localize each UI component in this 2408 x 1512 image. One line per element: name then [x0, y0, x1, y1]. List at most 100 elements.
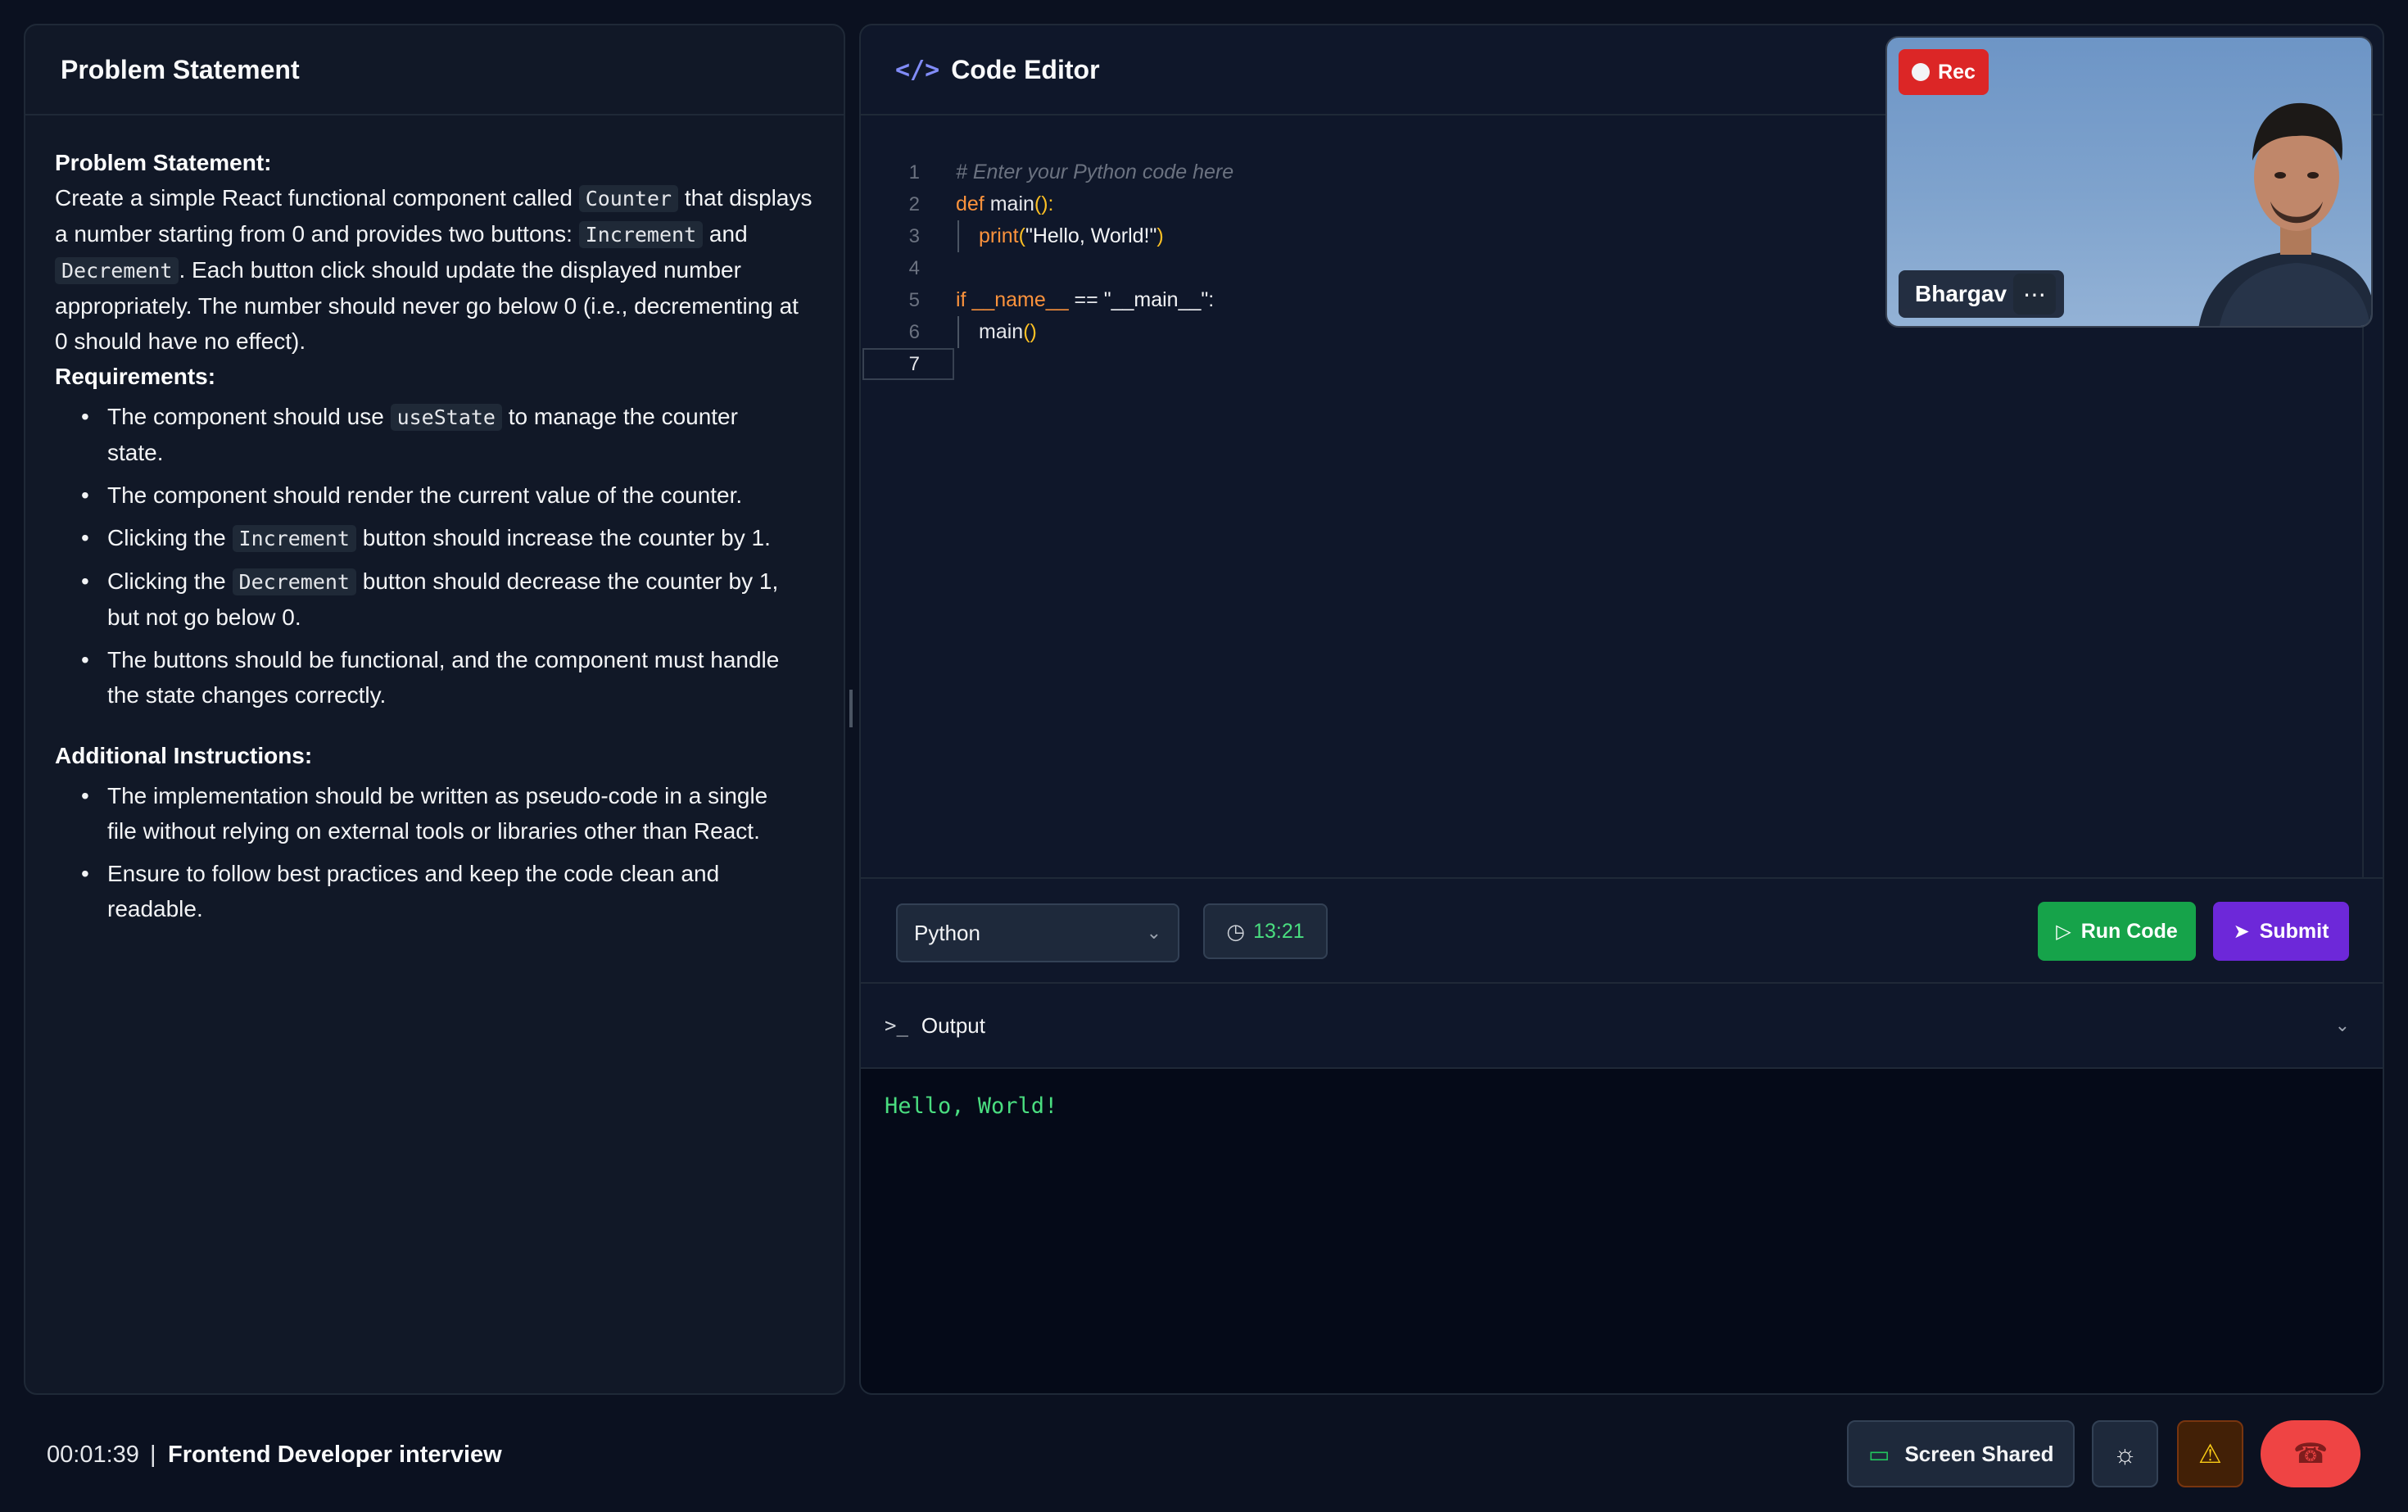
intro-text-1: Create a simple React functional compone…	[55, 185, 579, 211]
output-text: Hello, World!	[885, 1093, 1058, 1119]
punctuation: )	[1156, 224, 1164, 247]
list-item: Clicking the Increment button should inc…	[78, 520, 782, 556]
clock-icon: ◷	[1226, 918, 1246, 944]
hang-up-icon: ☎	[2293, 1438, 2329, 1469]
sun-icon: ☼	[2112, 1438, 2138, 1469]
line-number: 5	[908, 289, 920, 311]
requirements-heading: Requirements:	[55, 364, 216, 389]
inline-code-usestate: useState	[390, 404, 502, 431]
dunder-name: __name__	[966, 288, 1069, 311]
rec-label: Rec	[1938, 60, 1976, 84]
output-label: Output	[921, 1012, 985, 1038]
additional-list: The implementation should be written as …	[55, 778, 812, 926]
editor-toolbar: Python ⌄ ◷ 13:21 ▷ Run Code ➤ Submit	[861, 877, 2383, 984]
problem-heading: Problem Statement:	[55, 150, 272, 175]
list-item: The buttons should be functional, and th…	[78, 642, 782, 713]
problem-statement-panel: Problem Statement Problem Statement: Cre…	[24, 24, 845, 1395]
end-call-button[interactable]: ☎	[2261, 1420, 2360, 1487]
chevron-down-icon[interactable]: ⌄	[2335, 1015, 2350, 1036]
interview-app: Problem Statement Problem Statement: Cre…	[0, 0, 2408, 1512]
elapsed-time: 00:01:39	[47, 1442, 139, 1468]
screen-share-label: Screen Shared	[1904, 1441, 2054, 1466]
countdown-timer: ◷ 13:21	[1203, 903, 1328, 959]
keyword: def	[956, 192, 984, 215]
list-item: The implementation should be written as …	[78, 778, 782, 849]
code-text: if __name__ == "__main__":	[956, 284, 1214, 316]
code-text: print("Hello, World!")	[979, 220, 1164, 252]
list-item: Clicking the Decrement button should dec…	[78, 564, 782, 635]
screen-share-button[interactable]: ▭ Screen Shared	[1847, 1420, 2075, 1487]
code-line-active: 7	[861, 348, 2362, 380]
line-number: 3	[908, 225, 920, 247]
req-text: The buttons should be functional, and th…	[107, 647, 780, 708]
more-options-icon[interactable]: ⋯	[2013, 274, 2056, 315]
req-text: The component should use	[107, 404, 391, 429]
req-text: The component should render the current …	[107, 482, 743, 508]
participant-name: Bhargav	[1915, 281, 2007, 306]
timer-value: 13:21	[1253, 919, 1305, 943]
submit-label: Submit	[2259, 919, 2329, 943]
requirements-list: The component should use useState to man…	[55, 399, 812, 713]
chevron-down-icon: ⌄	[1146, 922, 1161, 943]
theme-toggle-button[interactable]: ☼	[2092, 1420, 2158, 1487]
punctuation: ()	[1023, 320, 1037, 343]
editor-title: Code Editor	[951, 54, 1100, 84]
report-issue-button[interactable]: ⚠	[2177, 1420, 2243, 1487]
line-number: 7	[908, 353, 920, 375]
string-literal: "Hello, World!"	[1025, 224, 1157, 247]
line-number: 1	[908, 161, 920, 183]
problem-intro: Create a simple React functional compone…	[55, 180, 812, 359]
output-console: Hello, World!	[861, 1069, 2383, 1393]
recording-badge: Rec	[1899, 49, 1989, 95]
terminal-icon: >_	[885, 1014, 908, 1037]
line-number: 4	[908, 257, 920, 279]
language-value: Python	[914, 920, 980, 945]
language-select[interactable]: Python ⌄	[896, 903, 1179, 962]
function-call: main	[979, 320, 1024, 343]
problem-panel-header: Problem Statement	[25, 25, 844, 115]
record-dot-icon	[1912, 63, 1930, 81]
screen-share-icon: ▭	[1868, 1441, 1890, 1467]
line-number: 6	[908, 321, 920, 343]
code-text: def main():	[956, 188, 1054, 220]
run-code-label: Run Code	[2080, 919, 2178, 943]
call-control-bar: 00:01:39 | Frontend Developer interview …	[0, 1409, 2408, 1512]
code-text: main()	[979, 316, 1037, 348]
builtin-print: print	[979, 224, 1019, 247]
punctuation: (	[1018, 224, 1025, 247]
warning-icon: ⚠	[2198, 1439, 2222, 1469]
req-text: button should increase the counter by 1.	[355, 525, 771, 550]
keyword: if	[956, 288, 966, 311]
code-icon: </>	[895, 55, 940, 84]
punctuation: ():	[1034, 192, 1054, 215]
additional-text: Ensure to follow best practices and keep…	[107, 861, 720, 921]
function-name: main	[984, 192, 1034, 215]
panel-resize-handle[interactable]	[849, 690, 853, 727]
separator: |	[150, 1442, 156, 1468]
additional-heading: Additional Instructions:	[55, 743, 313, 768]
inline-code-decrement: Decrement	[232, 568, 356, 595]
inline-code-decrement: Decrement	[55, 257, 179, 284]
list-item: Ensure to follow best practices and keep…	[78, 856, 782, 926]
string-literal: "__main__":	[1103, 288, 1215, 311]
submit-button[interactable]: ➤ Submit	[2213, 902, 2349, 961]
output-panel-header[interactable]: >_ Output ⌄	[861, 984, 2383, 1069]
code-comment: # Enter your Python code here	[956, 161, 1234, 183]
session-title: Frontend Developer interview	[168, 1442, 502, 1468]
additional-text: The implementation should be written as …	[107, 783, 768, 844]
participant-video-tile[interactable]: Rec Bhargav ⋯	[1885, 36, 2373, 328]
play-icon: ▷	[2056, 920, 2071, 943]
inline-code-counter: Counter	[578, 185, 679, 212]
problem-content: Problem Statement: Create a simple React…	[25, 115, 844, 926]
indent-guide	[957, 316, 959, 348]
problem-panel-title: Problem Statement	[61, 54, 300, 84]
intro-text-3: and	[703, 221, 748, 247]
line-number: 2	[908, 193, 920, 215]
req-text: Clicking the	[107, 568, 233, 594]
operator: ==	[1068, 288, 1104, 311]
inline-code-increment: Increment	[578, 221, 704, 248]
indent-guide	[957, 220, 959, 252]
run-code-button[interactable]: ▷ Run Code	[2038, 902, 2196, 961]
list-item: The component should render the current …	[78, 478, 782, 513]
list-item: The component should use useState to man…	[78, 399, 782, 470]
